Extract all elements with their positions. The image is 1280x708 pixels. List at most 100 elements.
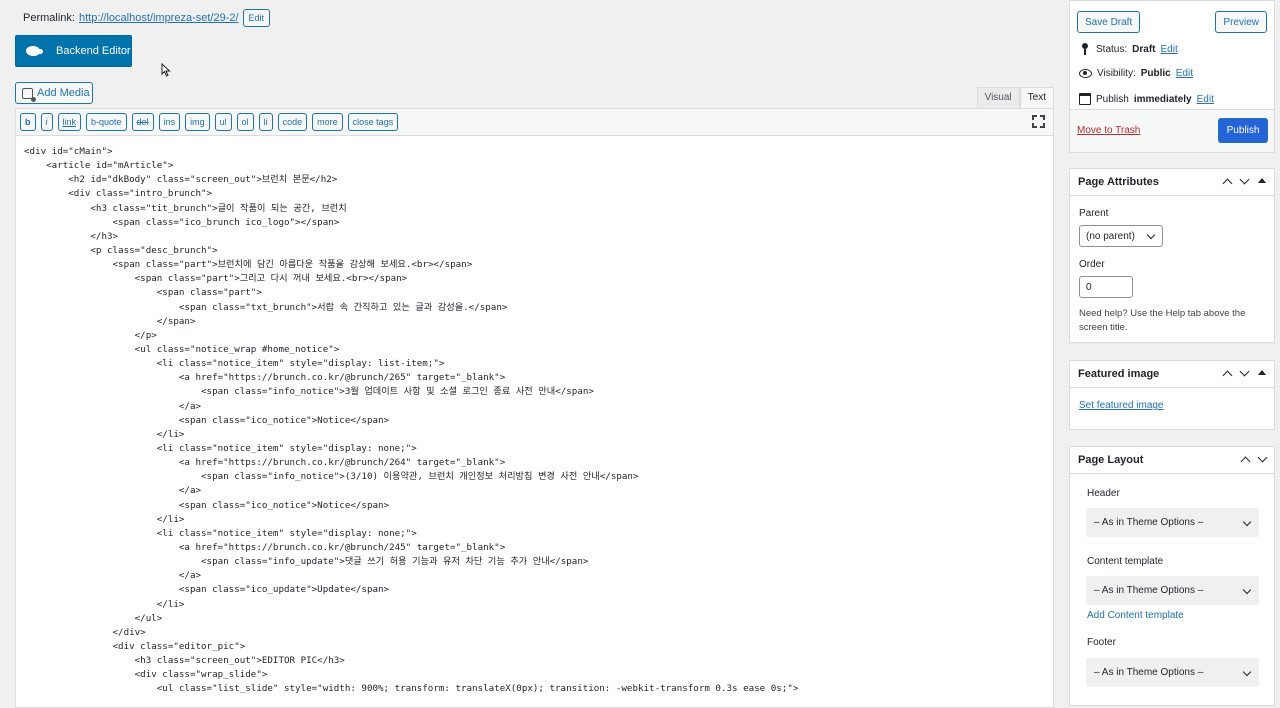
code-line: <a href="https://brunch.co.kr/@brunch/24… xyxy=(24,541,506,553)
publish-actions: Move to Trash Publish xyxy=(1070,109,1274,152)
publish-box: Save Draft Preview Status: Draft Edit Vi… xyxy=(1069,0,1275,153)
quicktag-ol-button[interactable]: ol xyxy=(236,113,254,131)
backend-editor-label: Backend Editor xyxy=(56,45,131,57)
page-attributes-box: Page Attributes Parent (no parent) Order… xyxy=(1069,168,1275,343)
move-down-icon[interactable] xyxy=(1239,366,1250,377)
collapse-toggle-icon[interactable] xyxy=(1258,370,1266,375)
move-down-icon[interactable] xyxy=(1257,452,1268,463)
code-line: <span class="ico_update">Update</span> xyxy=(24,584,390,596)
code-line: <li class="notice_item" style="display: … xyxy=(24,527,417,539)
move-down-icon[interactable] xyxy=(1239,174,1250,185)
set-featured-image-link[interactable]: Set featured image xyxy=(1079,400,1164,411)
permalink-edit-button[interactable]: Edit xyxy=(242,9,271,27)
schedule-row: Publish immediately Edit xyxy=(1079,93,1214,105)
code-line: <div id="cMain"> xyxy=(24,146,113,157)
move-to-trash-link[interactable]: Move to Trash xyxy=(1077,125,1140,136)
preview-button[interactable]: Preview xyxy=(1215,11,1267,33)
quicktag-ul-button[interactable]: ul xyxy=(214,113,232,131)
move-up-icon[interactable] xyxy=(1240,456,1251,467)
footer-label: Footer xyxy=(1087,637,1116,648)
parent-select[interactable]: (no parent) xyxy=(1079,225,1163,247)
code-line: </div> xyxy=(24,626,146,638)
quicktag-li-button[interactable]: li xyxy=(258,113,273,131)
permalink-url[interactable]: http://localhost/impreza-set/29-2/ xyxy=(79,12,239,24)
code-line: </ul> xyxy=(24,612,163,624)
status-label: Status: xyxy=(1096,43,1128,55)
code-line: </a> xyxy=(24,400,202,412)
backend-editor-button[interactable]: Backend Editor xyxy=(15,35,132,67)
code-line: </h3> xyxy=(24,230,119,242)
content-template-select[interactable]: – As in Theme Options – xyxy=(1086,576,1259,605)
code-line: <span class="txt_brunch">서랍 속 간직하고 있는 글과… xyxy=(24,301,508,313)
code-line: <span class="ico_notice">Notice</span> xyxy=(24,499,390,511)
status-edit-link[interactable]: Edit xyxy=(1160,44,1177,55)
collapse-toggle-icon[interactable] xyxy=(1258,178,1266,183)
code-line: <span class="part"> xyxy=(24,287,262,299)
quicktag-close-tags-button[interactable]: close tags xyxy=(347,113,399,131)
quicktag-i-button[interactable]: i xyxy=(40,113,53,131)
schedule-edit-link[interactable]: Edit xyxy=(1197,94,1214,105)
code-line: <span class="info_update">댓글 쓰기 허용 기능과 유… xyxy=(24,556,589,568)
visibility-edit-link[interactable]: Edit xyxy=(1176,68,1193,79)
header-select-value: – As in Theme Options – xyxy=(1094,517,1204,528)
code-line: <div class="editor_pic"> xyxy=(24,640,246,652)
media-icon xyxy=(22,87,36,102)
permalink-label: Permalink: xyxy=(23,12,75,24)
code-line: <span class="info_notice">3월 업데이트 사항 및 소… xyxy=(24,386,594,398)
content-template-select-value: – As in Theme Options – xyxy=(1094,585,1204,596)
move-up-icon[interactable] xyxy=(1222,178,1233,189)
publish-value: immediately xyxy=(1133,93,1192,105)
quicktag-code-button[interactable]: code xyxy=(277,113,308,131)
featured-image-header[interactable]: Featured image xyxy=(1070,361,1274,388)
wpbakery-logo-icon xyxy=(26,46,43,56)
parent-label: Parent xyxy=(1079,208,1109,219)
tab-visual[interactable]: Visual xyxy=(976,87,1020,108)
quicktag-ins-button[interactable]: ins xyxy=(158,113,181,131)
chevron-down-icon xyxy=(1146,230,1156,240)
tab-text[interactable]: Text xyxy=(1019,87,1054,108)
code-line: <div class="intro_brunch"> xyxy=(24,188,213,200)
code-line: </a> xyxy=(24,570,202,582)
add-media-button[interactable]: Add Media xyxy=(15,82,93,104)
code-line: <h2 id="dkBody" class="screen_out">브런치 본… xyxy=(24,174,338,186)
footer-select-value: – As in Theme Options – xyxy=(1094,667,1204,678)
code-line: <ul class="notice_wrap #home_notice"> xyxy=(24,343,340,355)
order-input[interactable]: 0 xyxy=(1079,276,1133,298)
code-line: <span class="part">그리고 다시 꺼내 보세요.<br></s… xyxy=(24,273,408,285)
text-editor: b i link b-quote del ins img ul ol li code more clos… xyxy=(15,108,1054,708)
visibility-row: Visibility: Public Edit xyxy=(1079,68,1193,79)
publish-button[interactable]: Publish xyxy=(1218,118,1268,143)
quicktag-link-button[interactable]: link xyxy=(57,113,82,131)
save-draft-button[interactable]: Save Draft xyxy=(1077,11,1141,33)
page-layout-header[interactable]: Page Layout xyxy=(1070,447,1274,474)
code-line: </li> xyxy=(24,513,185,525)
code-line: <a href="https://brunch.co.kr/@brunch/26… xyxy=(24,372,506,384)
status-value: Draft xyxy=(1132,43,1156,55)
visibility-label: Visibility: xyxy=(1097,68,1136,79)
quicktag-more-button[interactable]: more xyxy=(312,113,343,131)
quicktag-img-button[interactable]: img xyxy=(185,113,210,131)
featured-image-box: Featured image Set featured image xyxy=(1069,360,1275,430)
quicktag-b-quote-button[interactable]: b-quote xyxy=(86,113,127,131)
fullscreen-icon[interactable] xyxy=(1032,115,1045,128)
quicktags-toolbar: b i link b-quote del ins img ul ol li code more clos… xyxy=(16,109,1053,136)
header-select[interactable]: – As in Theme Options – xyxy=(1086,508,1259,537)
editor-tabs: Visual Text xyxy=(976,87,1054,108)
code-line: <div class="wrap_slide"> xyxy=(24,669,268,681)
code-line: </span> xyxy=(24,315,196,327)
quicktag-del-button[interactable]: del xyxy=(131,113,154,131)
code-line: <h3 class="tit_brunch">글이 작품이 되는 공간, 브런치 xyxy=(24,202,347,214)
add-content-template-link[interactable]: Add Content template xyxy=(1087,610,1184,621)
header-label: Header xyxy=(1087,488,1120,499)
code-line: <span class="info_notice">(3/10) 이용약관, 브… xyxy=(24,471,639,483)
code-line: <span class="ico_brunch ico_logo"></span… xyxy=(24,216,340,228)
code-line: <h3 class="screen_out">EDITOR PIC</h3> xyxy=(24,655,345,667)
footer-select[interactable]: – As in Theme Options – xyxy=(1086,658,1259,687)
page-attributes-header[interactable]: Page Attributes xyxy=(1070,169,1274,196)
code-line: </li> xyxy=(24,598,185,610)
code-line: <a href="https://brunch.co.kr/@brunch/26… xyxy=(24,457,506,469)
code-textarea[interactable]: <div id="cMain"> <article id="mArticle">… xyxy=(16,136,1053,696)
move-up-icon[interactable] xyxy=(1222,370,1233,381)
content-template-label: Content template xyxy=(1087,556,1164,567)
quicktag-b-button[interactable]: b xyxy=(20,113,36,131)
